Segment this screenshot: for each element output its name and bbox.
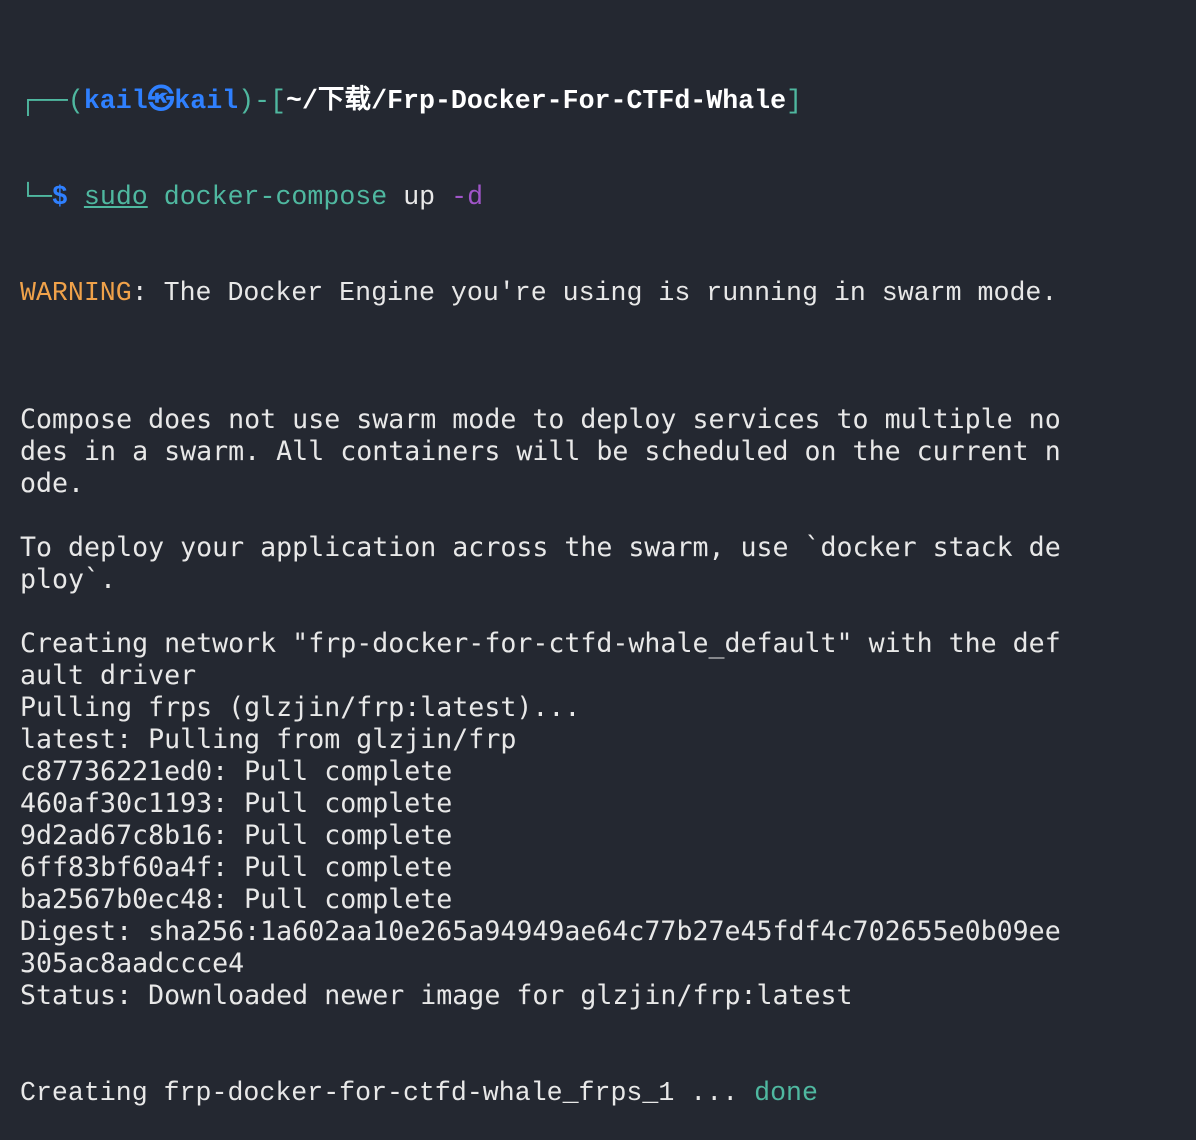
output-line: c87736221ed0: Pull complete [20,756,453,787]
prompt-dollar: $ [51,182,68,212]
prompt-frame: ┌──( [20,86,84,116]
warning-label: WARNING [20,278,132,308]
command-name: docker-compose [163,182,388,212]
output-line: Pulling frps (glzjin/frp:latest)... [20,692,581,723]
output-line: Status: Downloaded newer image for glzji… [20,980,853,1011]
output-line: ode. [20,468,85,499]
output-line: 6ff83bf60a4f: Pull complete [20,852,453,883]
output-line: Creating network "frp-docker-for-ctfd-wh… [20,628,1061,659]
kali-logo-icon: ㉿ [147,86,175,116]
output-line: ault driver [20,660,197,691]
output-line: Compose does not use swarm mode to deplo… [20,404,1061,435]
output-line: des in a swarm. All containers will be s… [20,436,1061,467]
warning-line: WARNING: The Docker Engine you're using … [20,276,1190,308]
prompt-path: ~/下载/Frp-Docker-For-CTFd-Whale [286,86,787,116]
prompt-user: kail [83,86,148,116]
final-line: Creating frp-docker-for-ctfd-whale_frps_… [20,1076,1190,1108]
output-line: Digest: sha256:1a602aa10e265a94949ae64c7… [20,916,1061,947]
output-line: ba2567b0ec48: Pull complete [20,884,453,915]
output-line: ploy`. [20,564,117,595]
output-line: 460af30c1193: Pull complete [20,788,453,819]
final-line-text: Creating frp-docker-for-ctfd-whale_frps_… [20,1078,755,1108]
prompt-frame: ] [786,86,803,116]
status-done: done [754,1078,818,1108]
warning-text: : The Docker Engine you're using is runn… [131,278,1058,308]
output-line: To deploy your application across the sw… [20,532,1061,563]
command-flag: -d [451,182,484,212]
command-sudo: sudo [83,182,148,212]
output-line: 9d2ad67c8b16: Pull complete [20,820,453,851]
output-line: 305ac8aadccce4 [20,948,245,979]
prompt-line: ┌──(kail㉿kail)-[~/下载/Frp-Docker-For-CTFd… [20,84,1190,116]
output-line: latest: Pulling from glzjin/frp [20,724,517,755]
prompt-frame: └─ [20,182,52,212]
command-arg: up [403,182,436,212]
prompt-frame: )-[ [238,86,287,116]
prompt-host: kail [174,86,239,116]
terminal-output[interactable]: ┌──(kail㉿kail)-[~/下载/Frp-Docker-For-CTFd… [20,20,1190,1140]
command-line: └─$ sudo docker-compose up -d [20,180,1190,212]
